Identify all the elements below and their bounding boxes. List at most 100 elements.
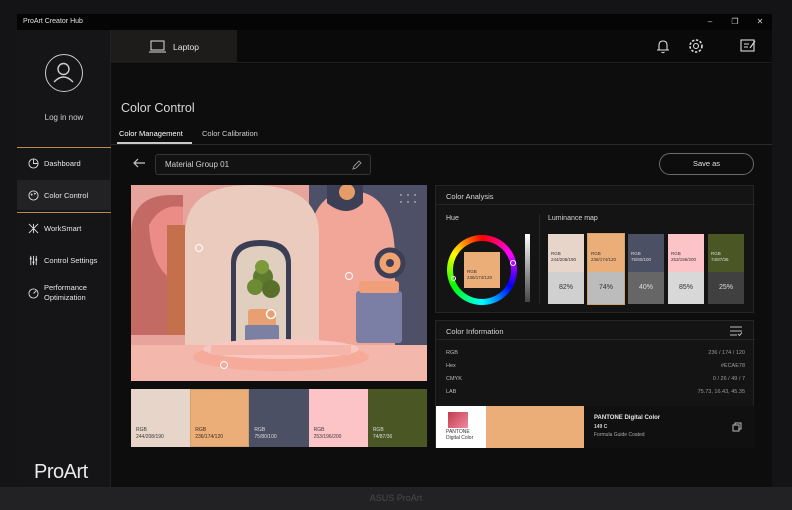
tab-color-calibration[interactable]: Color Calibration bbox=[202, 129, 258, 138]
color-swatch[interactable]: RGB 253/196/200 bbox=[308, 389, 368, 447]
hue-marker[interactable] bbox=[510, 260, 516, 266]
luminance-card[interactable]: RGB 244/208/190 82% bbox=[548, 234, 584, 304]
pantone-title: PANTONE Digital Color bbox=[594, 415, 661, 421]
swatch-value: 75/80/100 bbox=[631, 257, 652, 262]
luminance-color: RGB 253/196/200 bbox=[668, 234, 704, 272]
info-key: CMYK bbox=[446, 376, 462, 382]
dashboard-icon bbox=[28, 157, 39, 169]
save-as-button[interactable]: Save as bbox=[659, 153, 754, 175]
swatch-label: RGB bbox=[136, 427, 147, 433]
info-key: RGB bbox=[446, 350, 458, 356]
luminance-card[interactable]: RGB 74/87/36 25% bbox=[708, 234, 744, 304]
swatch-label: RGB bbox=[195, 427, 207, 433]
info-row-hex: Hex #ECAE78 bbox=[446, 363, 745, 369]
swatch-strip: RGB 244/208/190 RGB 236/174/120 RGB 75/80/1… bbox=[131, 389, 428, 447]
material-group-field[interactable]: Material Group 01 bbox=[155, 154, 371, 175]
luminance-card[interactable]: RGB 236/174/120 74% bbox=[587, 233, 625, 305]
copy-icon[interactable] bbox=[732, 422, 742, 432]
app-title: ProArt Creator Hub bbox=[23, 18, 83, 25]
luminance-percent: 85% bbox=[668, 272, 704, 304]
sidebar-item-label: Color Control bbox=[44, 190, 89, 200]
bell-icon[interactable] bbox=[656, 39, 670, 54]
panel-title: Color Analysis bbox=[446, 192, 494, 201]
proart-logo: ProArt bbox=[34, 461, 88, 483]
swatch-value: 236/174/120 bbox=[467, 275, 493, 280]
info-value: #ECAE78 bbox=[720, 363, 745, 369]
hue-marker[interactable] bbox=[451, 276, 456, 281]
sidebar-item-label: Dashboard bbox=[44, 158, 81, 168]
swatch-value: 244/208/190 bbox=[551, 257, 577, 262]
tab-laptop-label: Laptop bbox=[173, 41, 199, 52]
divider bbox=[111, 144, 772, 145]
avatar-icon[interactable] bbox=[45, 54, 83, 92]
swatch-label: RGB bbox=[254, 427, 266, 433]
luminance-percent: 74% bbox=[588, 272, 624, 304]
info-row-rgb: RGB 236 / 174 / 120 bbox=[446, 350, 745, 356]
luminance-color: RGB 236/174/120 bbox=[588, 234, 624, 272]
back-arrow-icon[interactable] bbox=[133, 157, 146, 171]
panel-title: Color Information bbox=[446, 327, 504, 336]
app-window: ProArt Creator Hub – ❐ ✕ Log in now Dash… bbox=[17, 14, 772, 488]
device-frame: ProArt Creator Hub – ❐ ✕ Log in now Dash… bbox=[0, 0, 792, 510]
info-key: LAB bbox=[446, 389, 457, 395]
login-link[interactable]: Log in now bbox=[17, 113, 111, 122]
info-key: Hex bbox=[446, 363, 456, 369]
sidebar-item-performance[interactable]: Performance Optimization bbox=[17, 278, 111, 308]
hue-center-swatch: RGB 236/174/120 bbox=[464, 252, 500, 288]
sidebar-item-label: Performance Optimization bbox=[44, 283, 87, 302]
sidebar-item-color-control[interactable]: Color Control bbox=[17, 180, 111, 210]
performance-icon bbox=[28, 287, 39, 299]
divider bbox=[436, 339, 755, 340]
swatch-value: 253/196/200 bbox=[671, 257, 697, 262]
minimize-button[interactable]: – bbox=[700, 14, 720, 30]
luminance-color: RGB 244/208/190 bbox=[548, 234, 584, 272]
info-value: 0 / 26 / 49 / 7 bbox=[712, 376, 745, 382]
color-swatch[interactable]: RGB 75/80/100 bbox=[249, 389, 309, 447]
hue-wheel[interactable]: RGB 236/174/120 bbox=[447, 235, 517, 305]
control-settings-icon bbox=[29, 255, 38, 265]
sidebar-item-control-settings[interactable]: Control Settings bbox=[17, 245, 111, 275]
sidebar: Log in now Dashboard Color Control WorkS… bbox=[17, 30, 111, 488]
maximize-button[interactable]: ❐ bbox=[725, 14, 745, 30]
info-value: 75.73, 16.43, 45.35 bbox=[697, 389, 745, 395]
info-row-cmyk: CMYK 0 / 26 / 49 / 7 bbox=[446, 376, 745, 382]
luminance-card[interactable]: RGB 253/196/200 85% bbox=[668, 234, 704, 304]
hue-label: Hue bbox=[446, 215, 459, 222]
color-swatch[interactable]: RGB 244/208/190 bbox=[131, 389, 191, 447]
material-group-name: Material Group 01 bbox=[165, 160, 230, 169]
material-image bbox=[131, 185, 427, 381]
bezel-label: ASUS ProArt bbox=[0, 487, 792, 510]
tab-laptop[interactable]: Laptop bbox=[111, 30, 237, 63]
sidebar-item-dashboard[interactable]: Dashboard bbox=[17, 148, 111, 178]
color-swatch[interactable]: RGB 236/174/120 bbox=[190, 389, 250, 447]
luminance-percent: 82% bbox=[548, 272, 584, 304]
color-analysis-panel: Color Analysis Hue Luminance map RGB 236… bbox=[435, 185, 755, 313]
pantone-logo-text: Digital Color bbox=[446, 435, 474, 441]
pantone-guide: Formula Guide Coated bbox=[594, 432, 645, 438]
brightness-slider[interactable] bbox=[525, 234, 530, 302]
luminance-color: RGB 74/87/36 bbox=[708, 234, 744, 272]
active-tab-indicator bbox=[117, 142, 192, 144]
luminance-card[interactable]: RGB 75/80/100 40% bbox=[628, 234, 664, 304]
pantone-swatch bbox=[486, 406, 584, 448]
swatch-value: 236/174/120 bbox=[591, 257, 617, 262]
list-menu-icon[interactable] bbox=[729, 326, 743, 336]
page-title: Color Control bbox=[121, 101, 195, 115]
title-bar: ProArt Creator Hub – ❐ ✕ bbox=[17, 14, 772, 30]
close-button[interactable]: ✕ bbox=[750, 14, 770, 30]
divider bbox=[539, 214, 540, 304]
laptop-icon bbox=[149, 40, 166, 53]
swatch-value: 244/208/190 bbox=[136, 434, 164, 440]
gear-icon[interactable] bbox=[688, 38, 704, 54]
color-control-icon bbox=[28, 189, 39, 201]
luminance-label: Luminance map bbox=[548, 215, 598, 222]
sidebar-item-label: Control Settings bbox=[44, 255, 98, 265]
swatch-value: 74/87/36 bbox=[711, 257, 729, 262]
feedback-icon[interactable] bbox=[740, 39, 756, 53]
color-swatch[interactable]: RGB 74/87/36 bbox=[367, 389, 428, 447]
pencil-icon[interactable] bbox=[352, 160, 362, 170]
luminance-color: RGB 75/80/100 bbox=[628, 234, 664, 272]
sidebar-item-worksmart[interactable]: WorkSmart bbox=[17, 213, 111, 243]
swatch-value: 74/87/36 bbox=[372, 434, 393, 440]
tab-color-management[interactable]: Color Management bbox=[119, 129, 183, 138]
